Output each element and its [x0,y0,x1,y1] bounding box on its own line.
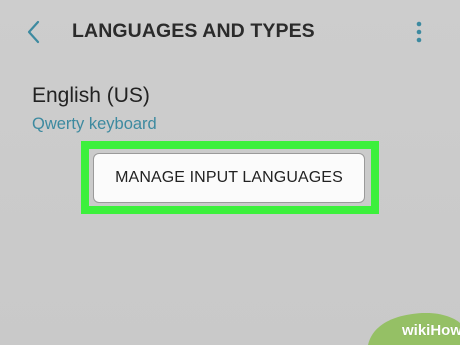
page-title: LANGUAGES AND TYPES [72,20,315,42]
back-chevron-icon[interactable] [22,19,46,45]
more-vertical-icon[interactable] [408,20,430,44]
app-bar: LANGUAGES AND TYPES [0,0,460,64]
manage-input-languages-button[interactable]: MANAGE INPUT LANGUAGES [93,153,365,203]
keyboard-layout-label: Qwerty keyboard [32,115,157,133]
language-list-item[interactable]: English (US) Qwerty keyboard [0,76,460,142]
watermark-text: wikiHow [402,322,460,339]
settings-screen: LANGUAGES AND TYPES English (US) Qwerty … [0,0,460,345]
manage-input-languages-label: MANAGE INPUT LANGUAGES [115,169,343,186]
language-name: English (US) [32,84,150,107]
